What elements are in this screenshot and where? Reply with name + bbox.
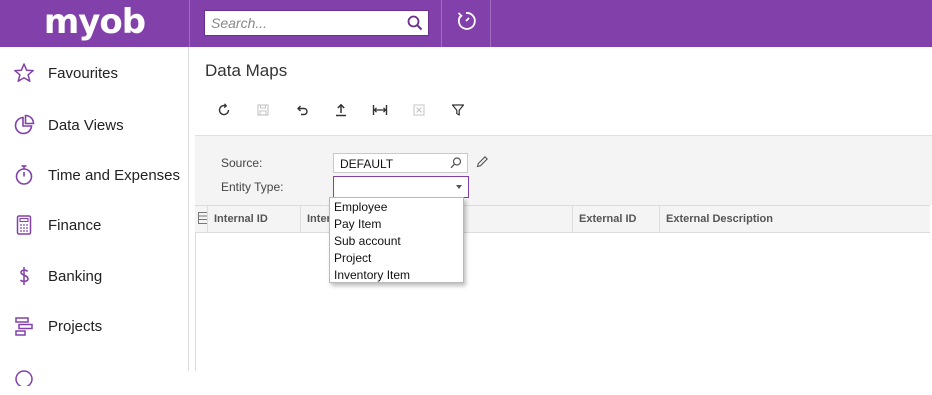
- page-title: Data Maps: [205, 61, 288, 80]
- sidebar: Favourites Data Views Time and Expenses …: [0, 47, 189, 386]
- chevron-down-icon: [456, 185, 462, 189]
- upload-button[interactable]: [321, 99, 360, 125]
- fit-columns-button[interactable]: [360, 99, 399, 125]
- top-bar: myob: [0, 0, 932, 47]
- sidebar-item-label: Data Views: [48, 116, 124, 134]
- divider: [189, 0, 190, 47]
- divider: [490, 0, 491, 47]
- recent-history-button[interactable]: [441, 0, 490, 47]
- save-button[interactable]: [243, 99, 282, 125]
- sidebar-item-banking[interactable]: Banking: [0, 256, 189, 296]
- sidebar-item-more[interactable]: [0, 355, 189, 395]
- sidebar-item-projects[interactable]: Projects: [0, 306, 189, 346]
- sidebar-item-finance[interactable]: Finance: [0, 205, 189, 245]
- entity-type-select[interactable]: [333, 176, 469, 198]
- sidebar-item-time-and-expenses[interactable]: Time and Expenses: [0, 155, 189, 195]
- search-icon[interactable]: [406, 14, 424, 32]
- fit-columns-icon: [372, 103, 388, 122]
- column-header-internal-id[interactable]: Internal ID: [207, 206, 300, 233]
- dropdown-option-project[interactable]: Project: [330, 250, 463, 267]
- export-excel-button[interactable]: [399, 99, 438, 125]
- dropdown-option-pay-item[interactable]: Pay Item: [330, 216, 463, 233]
- undo-button[interactable]: [282, 99, 321, 125]
- grid-header: Internal ID Internal Description Externa…: [195, 205, 930, 233]
- history-icon: [455, 10, 477, 37]
- save-icon: [256, 103, 270, 122]
- column-header-external-description[interactable]: External Description: [659, 206, 929, 233]
- dropdown-option-inventory-item[interactable]: Inventory Item: [330, 267, 463, 284]
- excel-export-icon: [412, 103, 426, 122]
- calculator-icon: [0, 205, 48, 245]
- dropdown-option-employee[interactable]: Employee: [330, 199, 463, 216]
- undo-icon: [295, 103, 309, 122]
- refresh-button[interactable]: [204, 99, 243, 125]
- sidebar-item-label: Banking: [48, 267, 103, 285]
- refresh-icon: [217, 102, 231, 122]
- star-icon: [0, 53, 48, 93]
- toolbar: [204, 99, 477, 125]
- sidebar-item-data-views[interactable]: Data Views: [0, 105, 189, 145]
- sidebar-item-label: Projects: [48, 317, 103, 335]
- filter-icon: [451, 103, 465, 122]
- pie-chart-icon: [0, 105, 48, 145]
- lookup-icon[interactable]: [449, 156, 463, 173]
- dollar-icon: [0, 256, 48, 296]
- sidebar-item-label: Favourites: [48, 64, 119, 82]
- column-header-external-id[interactable]: External ID: [572, 206, 659, 233]
- entity-type-label: Entity Type:: [221, 180, 284, 194]
- myob-logo[interactable]: myob: [0, 0, 189, 47]
- sidebar-item-favourites[interactable]: Favourites: [0, 53, 189, 93]
- source-value: DEFAULT: [340, 157, 394, 171]
- filter-button[interactable]: [438, 99, 477, 125]
- search-input[interactable]: [205, 11, 395, 35]
- stopwatch-icon: [0, 155, 48, 195]
- edit-pencil-icon[interactable]: [475, 155, 489, 174]
- dropdown-option-sub-account[interactable]: Sub account: [330, 233, 463, 250]
- search-box[interactable]: [204, 10, 429, 36]
- source-field[interactable]: DEFAULT: [333, 153, 468, 173]
- sidebar-item-label: Finance: [48, 216, 102, 234]
- filter-form: Source: DEFAULT Entity Type:: [195, 135, 932, 205]
- projects-icon: [0, 306, 48, 346]
- main-content: Data Maps Source: DEFAULT Entity Type: I…: [190, 47, 932, 371]
- upload-icon: [334, 103, 348, 122]
- sidebar-item-label: Time and Expenses: [48, 166, 181, 184]
- grid-body: [195, 233, 930, 371]
- source-label: Source:: [221, 156, 263, 170]
- entity-type-dropdown: Employee Pay Item Sub account Project In…: [329, 197, 464, 283]
- circle-icon: [0, 355, 48, 395]
